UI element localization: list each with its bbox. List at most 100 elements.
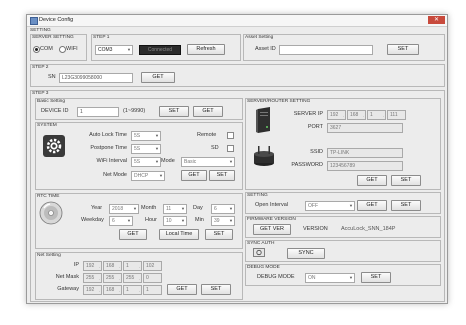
mask-dot: . xyxy=(99,276,101,281)
net-mode-label: Net Mode xyxy=(103,172,127,178)
postpone-select[interactable]: 5S ▼ xyxy=(131,144,161,154)
debug-set-button[interactable]: SET xyxy=(361,272,391,283)
rtc-label: RTC TIME xyxy=(37,194,60,199)
sync-button[interactable]: SYNC xyxy=(287,248,325,259)
gateway-octet-4[interactable]: 1 xyxy=(143,285,162,295)
ssid-input[interactable]: TP-LINK xyxy=(327,148,403,158)
router-icon xyxy=(254,146,274,166)
system-set-button[interactable]: SET xyxy=(209,170,235,181)
mask-dot: . xyxy=(119,276,121,281)
device-id-get-button[interactable]: GET xyxy=(193,106,223,117)
server-get-button[interactable]: GET xyxy=(357,175,387,186)
com-label: COM xyxy=(40,46,53,52)
version-value: AccuLock_SNN_184P xyxy=(341,226,396,232)
local-time-button[interactable]: Local Time xyxy=(159,229,199,240)
rtc-set-button[interactable]: SET xyxy=(205,229,233,240)
system-get-button[interactable]: GET xyxy=(181,170,207,181)
net-set-button[interactable]: SET xyxy=(201,284,231,295)
chevron-down-icon: ▼ xyxy=(159,173,163,178)
gateway-dot: . xyxy=(99,288,101,293)
mode-label: Mode xyxy=(161,158,175,164)
weekday-select[interactable]: 6 ▼ xyxy=(109,216,133,226)
get-ver-button[interactable]: GET VER xyxy=(253,224,291,235)
chevron-down-icon: ▼ xyxy=(229,159,233,164)
net-mode-select[interactable]: DHCP ▼ xyxy=(131,171,165,181)
gateway-dot: . xyxy=(119,288,121,293)
net-mode-value: DHCP xyxy=(134,173,149,179)
auto-lock-label: Auto Lock Time xyxy=(89,132,127,138)
remote-label: Remote xyxy=(197,132,217,138)
wifi-radio[interactable] xyxy=(59,46,66,53)
net-get-button[interactable]: GET xyxy=(167,284,197,295)
auto-lock-value: 5S xyxy=(134,133,141,139)
setting-group-label: SETTING xyxy=(30,28,51,33)
ip-dot: . xyxy=(139,264,141,269)
asset-setting-label: Asset Setting xyxy=(245,35,274,40)
debug-group-label: DEBUG MODE xyxy=(247,265,280,270)
device-id-input[interactable]: 1 xyxy=(77,107,119,117)
chevron-down-icon: ▼ xyxy=(127,47,131,52)
device-id-label: DEVICE ID xyxy=(41,108,69,114)
min-select[interactable]: 39 ▼ xyxy=(211,216,235,226)
year-select[interactable]: 2018 ▼ xyxy=(109,204,139,214)
com-port-value: COM3 xyxy=(98,47,113,53)
server-icon xyxy=(256,107,270,133)
com-port-select[interactable]: COM3 ▼ xyxy=(95,45,133,55)
close-button[interactable]: ✕ xyxy=(428,16,445,24)
mask-octet-4[interactable]: 0 xyxy=(143,273,162,283)
weekday-value: 6 xyxy=(112,218,115,224)
com-radio[interactable] xyxy=(33,46,40,53)
window-title: Device Config xyxy=(39,17,74,23)
device-id-set-button[interactable]: SET xyxy=(159,106,189,117)
server-ip-dot: . xyxy=(343,113,345,118)
refresh-button[interactable]: Refresh xyxy=(187,44,225,55)
port-input[interactable]: 3627 xyxy=(327,123,403,133)
sn-field[interactable]: L23G3099058000 xyxy=(59,73,133,83)
open-interval-group-label: SETTING xyxy=(247,193,268,198)
version-label: VERSION xyxy=(303,226,328,232)
debug-mode-select[interactable]: ON ▼ xyxy=(305,273,355,283)
title-bar: Device Config ✕ xyxy=(27,15,447,27)
open-interval-label: Open Interval xyxy=(255,202,289,208)
basic-setting-label: Basic Setting xyxy=(37,99,65,104)
wifi-interval-value: 5S xyxy=(134,159,141,165)
mask-dot: . xyxy=(139,276,141,281)
port-label: PORT xyxy=(307,124,323,130)
disc-clock-icon xyxy=(39,201,63,225)
wifi-interval-select[interactable]: 5S ▼ xyxy=(131,157,161,167)
server-ip-label: SERVER IP xyxy=(293,111,323,117)
app-icon xyxy=(30,17,38,25)
server-ip-octet-4[interactable]: 111 xyxy=(387,110,406,120)
password-input[interactable]: 123456789 xyxy=(327,161,403,171)
chevron-down-icon: ▼ xyxy=(155,133,159,138)
ip-octet-4[interactable]: 102 xyxy=(143,261,162,271)
day-value: 6 xyxy=(214,206,217,212)
mode-select[interactable]: Basic ▼ xyxy=(181,157,235,167)
asset-set-button[interactable]: SET xyxy=(387,44,419,55)
min-label: Min xyxy=(195,217,204,223)
asset-id-input[interactable] xyxy=(279,45,373,55)
connection-status: Connected xyxy=(139,45,181,55)
auto-lock-select[interactable]: 5S ▼ xyxy=(131,131,161,141)
day-select[interactable]: 6 ▼ xyxy=(211,204,235,214)
open-interval-value: OFF xyxy=(308,203,318,209)
sn-label: SN xyxy=(48,74,56,80)
month-select[interactable]: 11 ▼ xyxy=(163,204,187,214)
server-set-button[interactable]: SET xyxy=(391,175,421,186)
chevron-down-icon: ▼ xyxy=(229,206,233,211)
sync-auth-label: SYNC AUTH xyxy=(247,241,275,246)
gateway-label: Gateway xyxy=(57,286,79,292)
password-label: PASSWORD xyxy=(291,162,323,168)
sd-checkbox[interactable] xyxy=(227,145,234,152)
remote-checkbox[interactable] xyxy=(227,132,234,139)
chevron-down-icon: ▼ xyxy=(155,146,159,151)
hour-select[interactable]: 10 ▼ xyxy=(163,216,187,226)
sn-get-button[interactable]: GET xyxy=(141,72,175,83)
rtc-get-button[interactable]: GET xyxy=(119,229,147,240)
server-setting-label: SERVER SETTING xyxy=(32,35,74,40)
open-interval-select[interactable]: OFF ▼ xyxy=(305,201,355,211)
server-ip-dot: . xyxy=(363,113,365,118)
device-id-range: (1~9990) xyxy=(123,108,146,114)
open-interval-set-button[interactable]: SET xyxy=(391,200,421,211)
open-interval-get-button[interactable]: GET xyxy=(357,200,387,211)
